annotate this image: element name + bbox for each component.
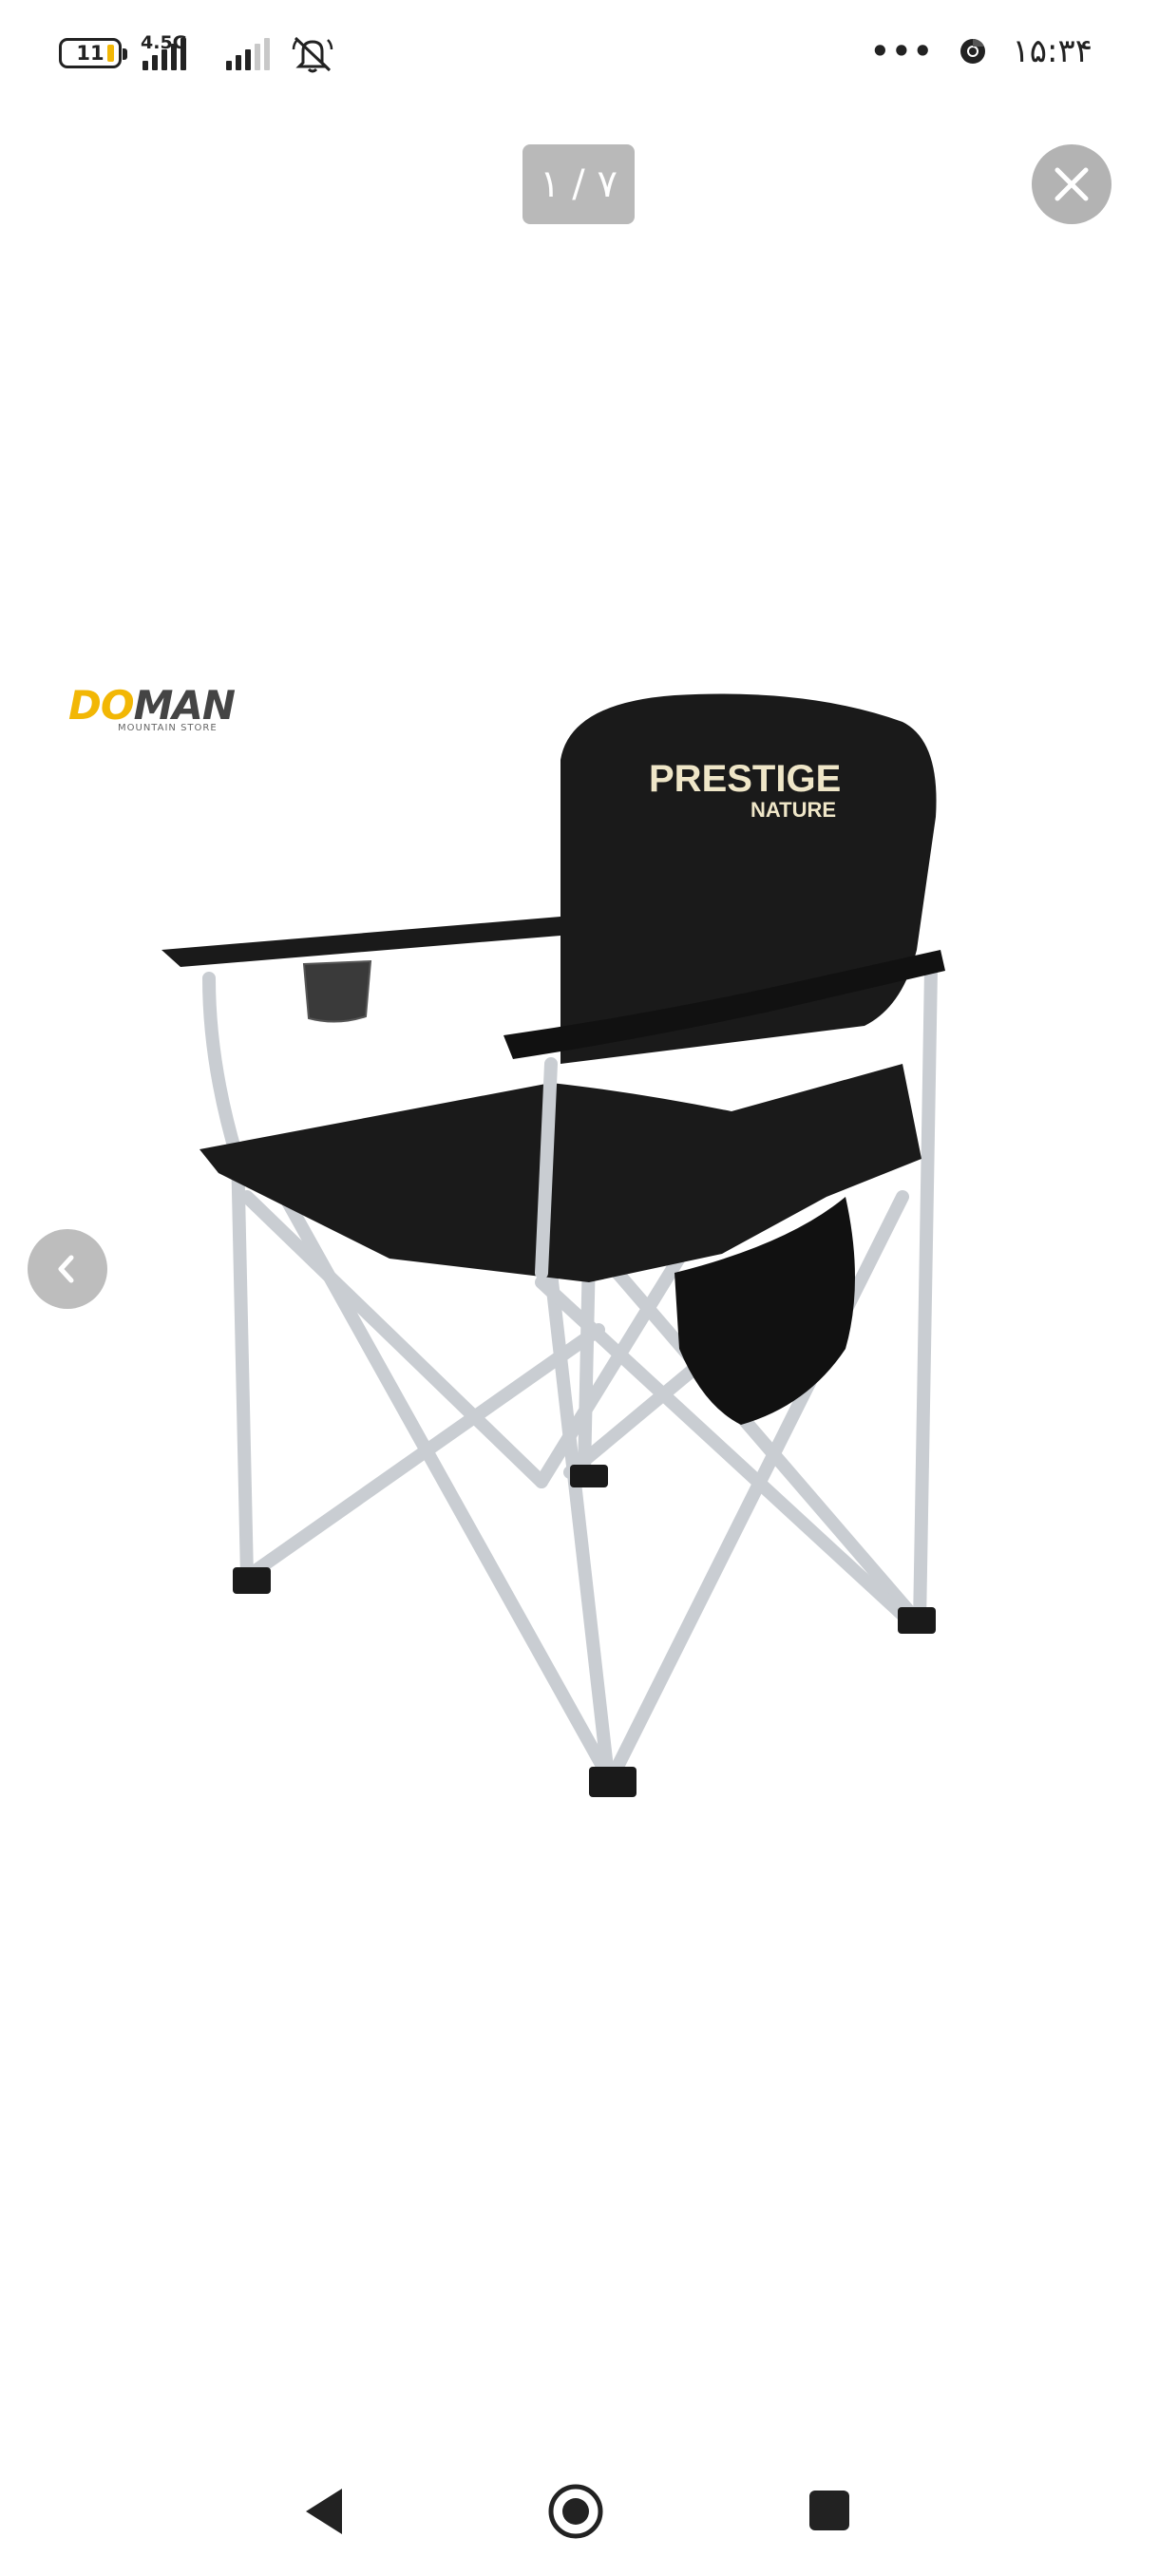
overflow-indicator: •••	[870, 33, 935, 69]
back-triangle-icon[interactable]	[302, 2487, 346, 2536]
status-bar: 11 4.5G ••• ۱۵:۳۴	[0, 0, 1159, 104]
chrome-icon	[960, 39, 986, 64]
watermark-brand-accent: DO	[68, 682, 135, 729]
battery-level: 11	[76, 42, 104, 65]
recents-square-icon[interactable]	[808, 2489, 851, 2532]
chair-brand-label: PRESTIGE	[649, 758, 841, 800]
clock: ۱۵:۳۴	[1012, 32, 1092, 70]
previous-image-button[interactable]	[28, 1229, 107, 1309]
battery-icon: 11	[59, 38, 127, 68]
close-icon	[1054, 167, 1089, 201]
system-navigation-bar	[0, 2451, 1159, 2576]
home-circle-icon[interactable]	[547, 2483, 604, 2540]
chair-brand-sublabel: NATURE	[750, 798, 836, 822]
notifications-muted-icon	[292, 36, 333, 73]
left-armrest	[162, 917, 560, 967]
cup-holder	[302, 959, 372, 1023]
signal-strength-2-icon	[226, 36, 270, 70]
image-counter: ۱ / ۷	[522, 144, 635, 224]
signal-strength-icon	[142, 36, 186, 70]
chevron-left-icon	[58, 1255, 74, 1283]
product-image-camping-chair: PRESTIGE NATURE	[162, 693, 945, 1797]
close-button[interactable]	[1032, 144, 1112, 224]
